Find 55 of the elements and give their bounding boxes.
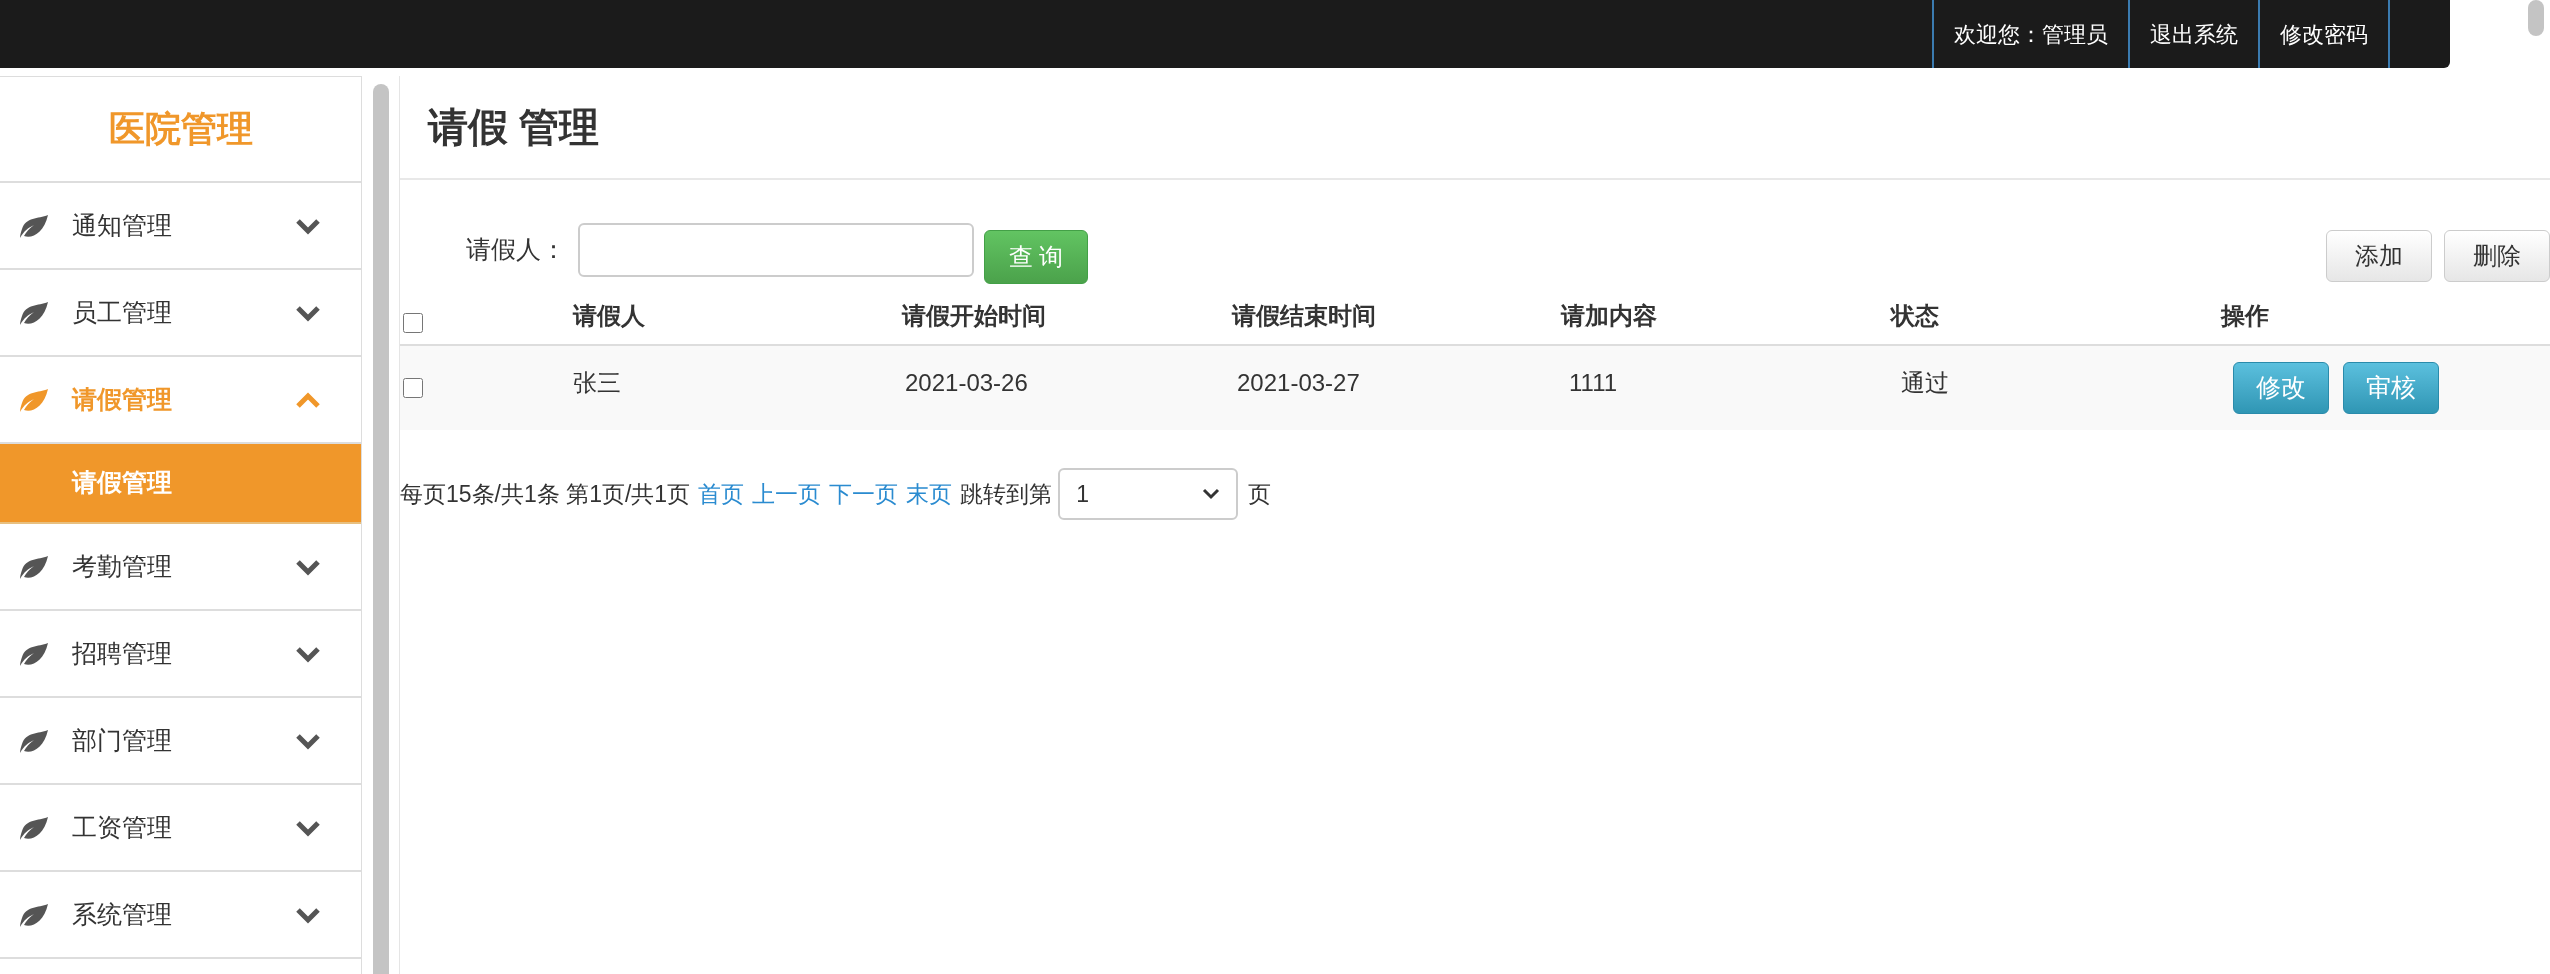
jump-label: 跳转到第 <box>960 479 1053 509</box>
page-title: 请假 管理 <box>428 104 600 151</box>
sidebar-menu-item[interactable]: 员工管理 <box>0 270 361 357</box>
search-field[interactable] <box>578 223 974 277</box>
leaf-icon <box>18 901 50 928</box>
leaf-icon <box>18 814 50 841</box>
search-label: 请假人： <box>466 234 566 266</box>
chevron-up-icon <box>295 390 321 409</box>
table-cell-text: 1111 <box>1569 368 1619 398</box>
chevron-down-icon <box>295 731 321 750</box>
column-header: 请加内容 <box>1561 301 1659 331</box>
chevron-down-icon <box>1202 488 1221 500</box>
top-bar-link[interactable]: 修改密码 <box>2260 0 2390 68</box>
leaf-icon <box>18 727 50 754</box>
sidebar-menu-item[interactable]: 通知管理 <box>0 183 361 270</box>
select-all-checkbox[interactable] <box>403 313 423 333</box>
leaf-icon <box>18 386 50 413</box>
leaf-icon <box>18 640 50 667</box>
chevron-down-icon <box>295 557 321 576</box>
chevron-down-icon <box>295 818 321 837</box>
chevron-down-icon <box>295 216 321 235</box>
pagination-link[interactable]: 下一页 <box>829 476 899 512</box>
row-checkbox[interactable] <box>403 378 423 398</box>
toolbar-button[interactable]: 删除 <box>2444 230 2550 282</box>
scrollbar-thumb <box>2528 0 2544 36</box>
table-cell-text: 2021-03-27 <box>1237 368 1361 398</box>
column-header: 操作 <box>2220 301 2270 331</box>
top-bar-link[interactable]: 退出系统 <box>2130 0 2260 68</box>
chevron-down-icon <box>295 644 321 663</box>
sidebar-menu-item[interactable]: 系统管理 <box>0 872 361 959</box>
sidebar-menu-item[interactable]: 部门管理 <box>0 698 361 785</box>
page-select[interactable]: 1 <box>1058 468 1239 520</box>
sidebar-menu-item[interactable]: 考勤管理 <box>0 524 361 611</box>
chevron-down-icon <box>295 905 321 924</box>
top-bar-link[interactable]: 欢迎您：管理员 <box>1934 0 2130 68</box>
pagination-link[interactable]: 末页 <box>906 476 953 512</box>
leaf-icon <box>18 212 50 239</box>
leaf-icon <box>18 553 50 580</box>
table-cell-text: 张三 <box>573 368 622 398</box>
column-header: 状态 <box>1890 301 1940 331</box>
leaf-icon <box>18 299 50 326</box>
pagination-link[interactable]: 首页 <box>698 476 745 512</box>
column-header: 请假开始时间 <box>902 301 1048 331</box>
column-header: 请假结束时间 <box>1231 301 1377 331</box>
sidebar-menu-item[interactable]: 招聘管理 <box>0 611 361 698</box>
pagination-summary: 每页15条/共1条 第1页/共1页 <box>400 479 691 509</box>
table-cell-text: 2021-03-26 <box>905 368 1029 398</box>
page-unit: 页 <box>1248 479 1272 509</box>
sidebar-menu-item[interactable]: 工资管理 <box>0 785 361 872</box>
table-cell-text: 通过 <box>1901 368 1950 398</box>
pagination-link[interactable]: 上一页 <box>752 476 822 512</box>
sidebar-title: 医院管理 <box>0 77 361 183</box>
chevron-down-icon <box>295 303 321 322</box>
column-header: 请假人 <box>572 301 646 331</box>
toolbar-button[interactable]: 添加 <box>2326 230 2432 282</box>
